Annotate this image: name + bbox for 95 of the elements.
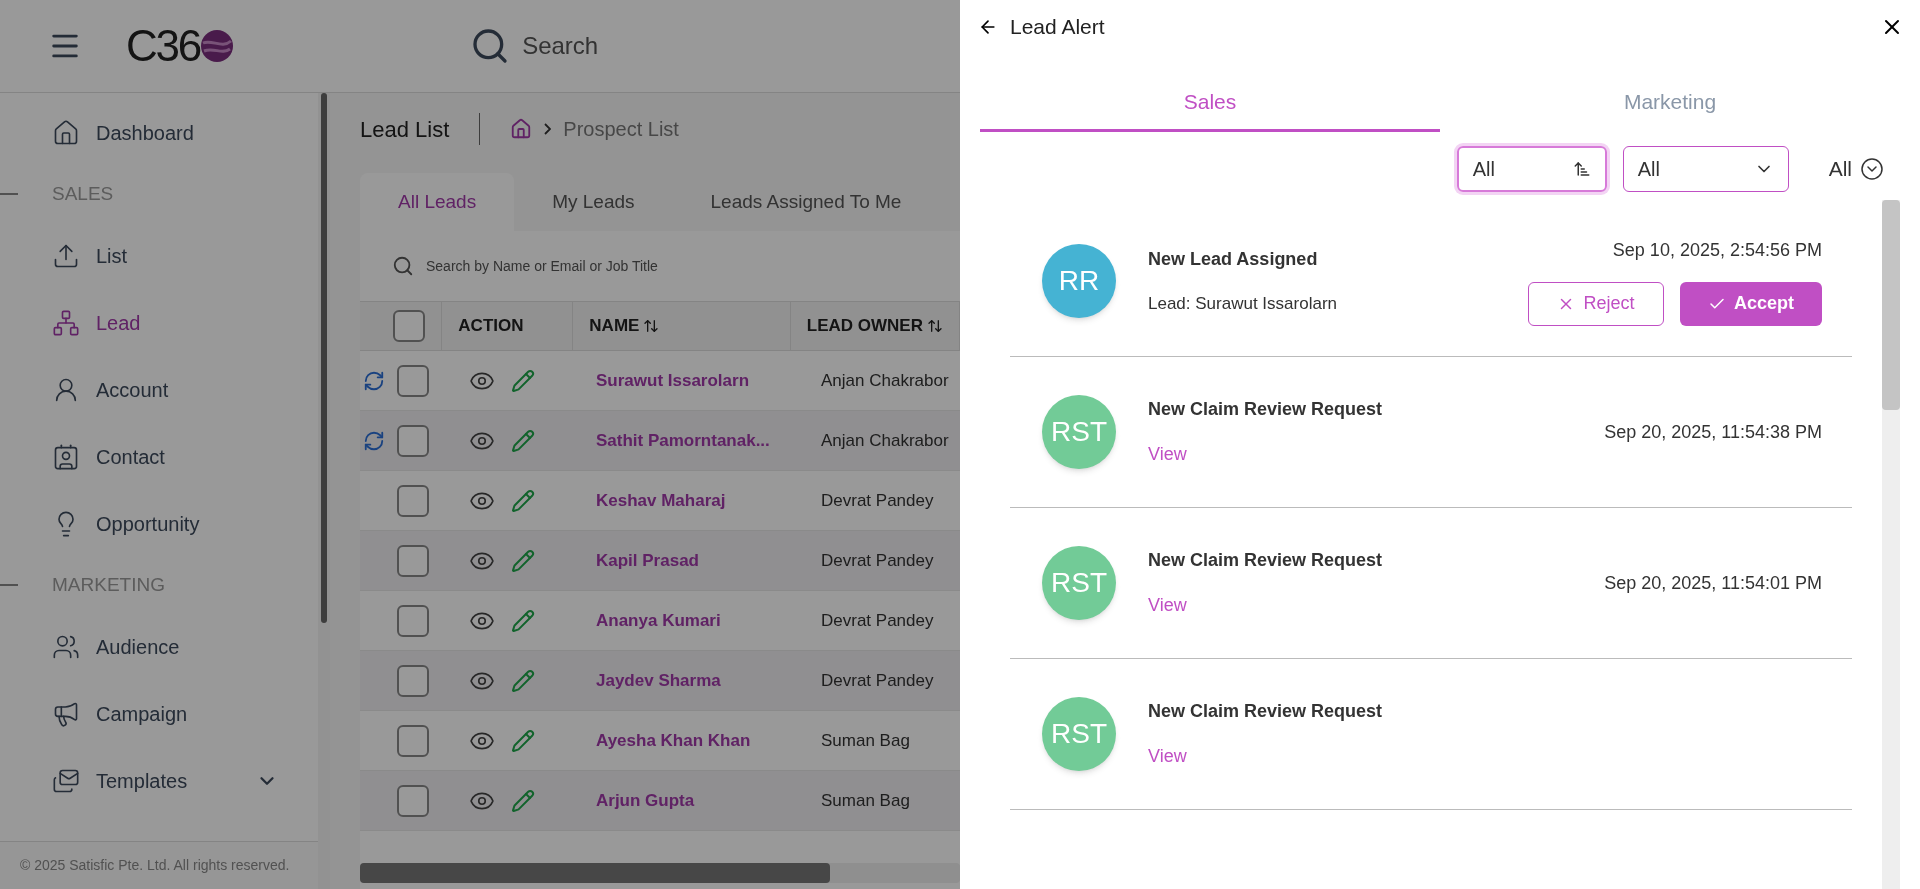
chevron-circle-icon bbox=[1860, 157, 1884, 181]
lead-name-link[interactable]: Surawut Issarolarn bbox=[580, 367, 805, 394]
alert-time: Sep 10, 2025, 2:54:56 PM bbox=[1612, 238, 1822, 262]
sort-icon[interactable] bbox=[927, 318, 943, 334]
table-cell-text: Anjan Chakrabor bbox=[820, 429, 950, 452]
tab[interactable]: Sales bbox=[980, 74, 1440, 132]
list-scrollbar[interactable] bbox=[1882, 200, 1900, 889]
dim-overlay[interactable] bbox=[0, 0, 960, 889]
table-search-field[interactable]: Search by Name or Email or Job Title bbox=[426, 255, 658, 277]
sidebar-item-icon bbox=[52, 308, 80, 337]
sidebar-item[interactable]: Templates bbox=[0, 747, 318, 814]
sidebar-item-icon bbox=[52, 118, 80, 147]
search-field[interactable]: Search bbox=[522, 28, 599, 64]
alert-title: New Claim Review Request bbox=[1148, 549, 1383, 572]
edit-icon[interactable] bbox=[511, 788, 535, 813]
tab[interactable]: All Leads bbox=[360, 173, 515, 231]
row-checkbox[interactable] bbox=[397, 484, 429, 517]
column-header[interactable]: NAME bbox=[573, 302, 791, 350]
table-cell-text: Suman Bag bbox=[820, 789, 911, 812]
sort-icon bbox=[1572, 160, 1591, 178]
edit-icon[interactable] bbox=[511, 728, 535, 753]
all-toggle[interactable]: All bbox=[1828, 153, 1884, 185]
lead-name-link[interactable]: Keshav Maharaj bbox=[580, 487, 805, 514]
sidebar-item[interactable]: Lead bbox=[0, 289, 318, 356]
tab[interactable]: Leads Assigned To Me bbox=[672, 173, 940, 231]
edit-icon[interactable] bbox=[511, 368, 535, 393]
sort-icon[interactable] bbox=[643, 318, 660, 334]
accept-button[interactable]: Accept bbox=[1680, 281, 1822, 326]
sidebar-item[interactable]: Account bbox=[0, 356, 318, 423]
chevron-icon bbox=[544, 123, 552, 135]
edit-icon[interactable] bbox=[511, 608, 535, 633]
sidebar-item[interactable]: Audience bbox=[0, 613, 318, 680]
edit-icon[interactable] bbox=[511, 668, 535, 693]
edit-icon[interactable] bbox=[511, 428, 535, 453]
row-checkbox[interactable] bbox=[397, 604, 429, 637]
globe-logo-icon bbox=[200, 29, 235, 63]
edit-icon[interactable] bbox=[511, 488, 535, 513]
sidebar-item[interactable]: Dashboard bbox=[0, 99, 318, 166]
sidebar-scrollbar[interactable] bbox=[318, 93, 330, 889]
table-cell-text: Anjan Chakrabor bbox=[820, 369, 950, 392]
lead-name-link[interactable]: Ananya Kumari bbox=[580, 607, 805, 634]
avatar: RST bbox=[1042, 395, 1116, 469]
alert-time: Sep 20, 2025, 11:54:01 PM bbox=[1604, 571, 1822, 595]
table-cell-text: Devrat Pandey bbox=[820, 669, 935, 692]
logo-text: C36 bbox=[126, 20, 201, 72]
table-cell-text: Suman Bag bbox=[820, 729, 911, 752]
view-link[interactable]: View bbox=[1148, 441, 1383, 468]
alert-title: New Claim Review Request bbox=[1148, 700, 1383, 723]
horizontal-scrollbar[interactable] bbox=[360, 863, 830, 883]
alert-title: New Lead Assigned bbox=[1148, 247, 1319, 271]
drawer-title: Lead Alert bbox=[1010, 14, 1105, 41]
view-link[interactable]: View bbox=[1148, 743, 1383, 770]
lead-name-link[interactable]: Ayesha Khan Khan bbox=[580, 727, 805, 754]
view-link[interactable]: View bbox=[1148, 592, 1383, 619]
section-heading: MARKETING bbox=[52, 572, 165, 597]
select-all-checkbox[interactable] bbox=[393, 310, 426, 342]
avatar: RR bbox=[1042, 244, 1116, 318]
status-icon[interactable] bbox=[363, 369, 385, 392]
lead-name-link[interactable]: Sathit Pamorntanak... bbox=[580, 427, 805, 454]
column-header[interactable]: ACTION bbox=[442, 302, 574, 350]
row-checkbox[interactable] bbox=[397, 784, 429, 817]
alert-detail: Lead: Surawut Issarolarn bbox=[1148, 292, 1337, 315]
row-checkbox[interactable] bbox=[397, 664, 429, 697]
sidebar-item[interactable]: Opportunity bbox=[0, 490, 318, 557]
reject-button[interactable]: Reject bbox=[1528, 281, 1664, 326]
status-icon[interactable] bbox=[363, 429, 385, 452]
tab[interactable]: Marketing bbox=[1440, 74, 1900, 132]
edit-icon[interactable] bbox=[511, 548, 535, 573]
copyright-text: © 2025 Satisfic Pte. Ltd. All rights reserved. bbox=[20, 856, 290, 875]
section-heading: SALES bbox=[52, 181, 114, 206]
page-title: Lead List bbox=[360, 115, 450, 144]
sidebar-item[interactable]: List bbox=[0, 222, 318, 289]
sidebar-item[interactable]: Campaign bbox=[0, 680, 318, 747]
tab[interactable]: My Leads bbox=[514, 173, 673, 231]
alert-time: Sep 20, 2025, 11:54:38 PM bbox=[1604, 420, 1822, 444]
sidebar-item[interactable]: Contact bbox=[0, 423, 318, 490]
row-checkbox[interactable] bbox=[397, 544, 429, 577]
row-checkbox[interactable] bbox=[397, 364, 429, 397]
lead-name-link[interactable]: Jaydev Sharma bbox=[580, 667, 805, 694]
lead-name-link[interactable]: Arjun Gupta bbox=[580, 787, 805, 814]
sort-select[interactable]: All bbox=[1456, 146, 1607, 192]
table-cell-text: Devrat Pandey bbox=[820, 609, 935, 632]
table-cell-text: Devrat Pandey bbox=[820, 549, 935, 572]
table-cell-text: Devrat Pandey bbox=[820, 489, 935, 512]
avatar: RST bbox=[1042, 697, 1116, 771]
row-checkbox[interactable] bbox=[397, 724, 429, 757]
search-icon bbox=[392, 255, 414, 277]
breadcrumb-link[interactable]: Prospect List bbox=[563, 114, 679, 144]
home-icon[interactable] bbox=[510, 118, 533, 140]
lead-name-link[interactable]: Kapil Prasad bbox=[580, 547, 805, 574]
filter-dropdown[interactable]: All bbox=[1622, 146, 1789, 192]
avatar: RST bbox=[1042, 546, 1116, 620]
alert-title: New Claim Review Request bbox=[1148, 398, 1383, 421]
row-checkbox[interactable] bbox=[397, 424, 429, 457]
sidebar-item-icon bbox=[52, 442, 80, 471]
